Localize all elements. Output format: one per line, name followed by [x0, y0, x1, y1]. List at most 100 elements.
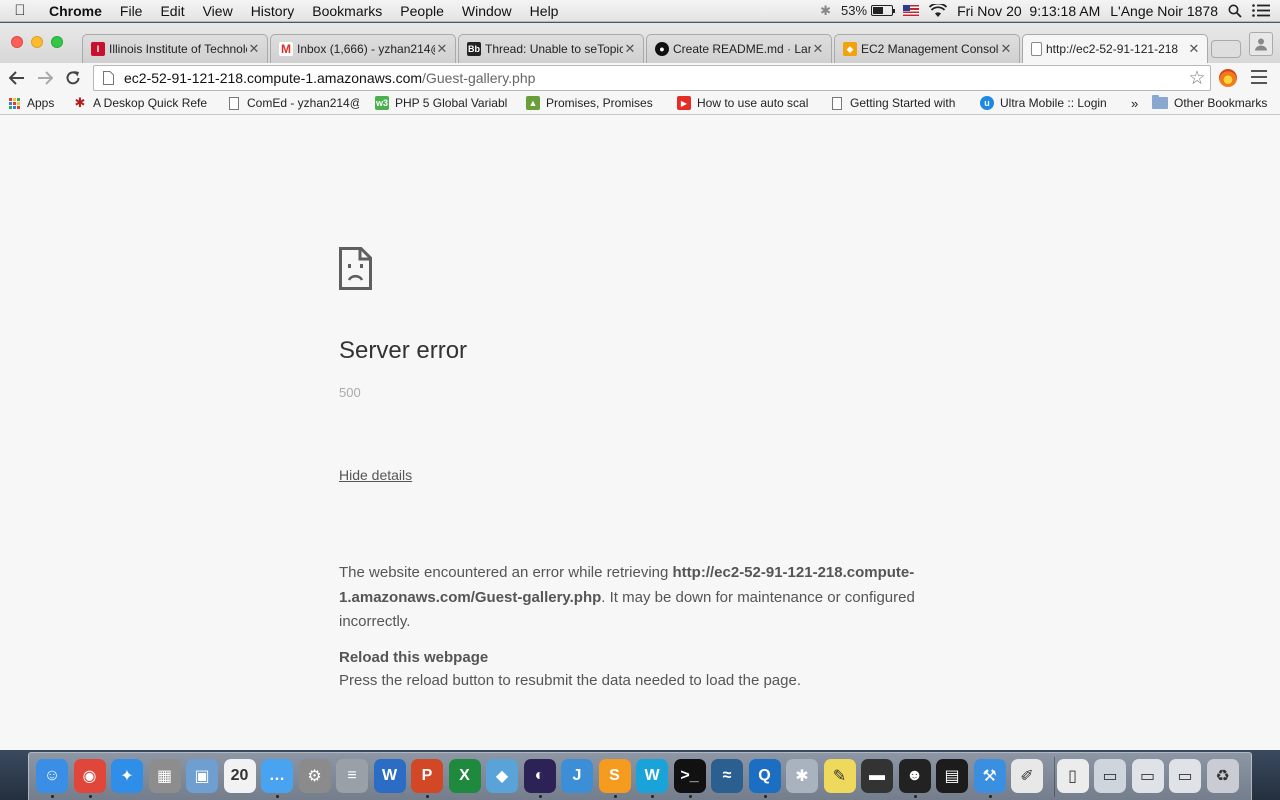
bookmark-desktop-quick-ref[interactable]: ✱ A Deskop Quick Refe: [73, 95, 207, 110]
wifi-icon[interactable]: [929, 3, 948, 18]
documents-stack-icon[interactable]: ▭: [1131, 759, 1164, 793]
us-flag-input-icon[interactable]: [903, 5, 920, 16]
bug-icon: ✱: [74, 95, 86, 110]
reload-icon: [66, 71, 80, 85]
spotlight-search-icon[interactable]: [1228, 4, 1242, 18]
tab-gmail[interactable]: M Inbox (1,666) - yzhan214@ ✕: [270, 34, 456, 63]
eclipse-icon[interactable]: ◐: [523, 759, 556, 793]
tab-close-icon[interactable]: ✕: [811, 41, 825, 57]
menu-file[interactable]: File: [111, 0, 152, 22]
bookmark-comed[interactable]: ComEd - yzhan214@: [229, 96, 359, 110]
clock[interactable]: Fri Nov 20 9:13:18 AM: [957, 3, 1100, 19]
calculator-icon[interactable]: ▦: [148, 759, 181, 793]
tab-github[interactable]: ● Create README.md · Lang ✕: [646, 34, 832, 63]
menu-app-name[interactable]: Chrome: [40, 0, 111, 22]
back-button[interactable]: [3, 65, 31, 91]
chrome-window: I Illinois Institute of Technology ✕ M I…: [0, 23, 1280, 750]
reload-button[interactable]: [59, 65, 87, 91]
bookmark-star-icon[interactable]: ☆: [1184, 67, 1210, 90]
intellij-icon[interactable]: J: [561, 759, 593, 793]
messages-icon[interactable]: …: [261, 759, 293, 793]
excel-icon[interactable]: X: [448, 759, 481, 793]
powerpoint-icon[interactable]: P: [411, 759, 443, 793]
bookmark-promises[interactable]: ▲ Promises, Promises: [526, 96, 662, 110]
tab-blackboard[interactable]: Bb Thread: Unable to seTopic ✕: [458, 34, 644, 63]
webstorm-icon[interactable]: W: [636, 759, 668, 793]
sad-page-icon: [339, 247, 372, 290]
promises-icon: ▲: [526, 96, 540, 110]
console-icon[interactable]: ▤: [936, 759, 968, 793]
firefox-extension-icon[interactable]: [1219, 69, 1237, 87]
cube-icon[interactable]: ◆: [486, 759, 518, 793]
terminal-icon[interactable]: >_: [673, 759, 706, 793]
xcode-icon[interactable]: ⚒: [973, 759, 1006, 793]
notification-center-icon[interactable]: [1252, 4, 1270, 17]
reload-heading: Reload this webpage: [339, 649, 489, 666]
url-text[interactable]: ec2-52-91-121-218.compute-1.amazonaws.co…: [124, 70, 1184, 86]
menu-view[interactable]: View: [194, 0, 242, 22]
printer-icon[interactable]: ▬: [861, 759, 893, 793]
page-info-icon[interactable]: [98, 71, 118, 85]
system-preferences-icon[interactable]: ⚙: [298, 759, 331, 793]
close-window-button[interactable]: [11, 36, 23, 48]
downloads-stack-icon[interactable]: ▭: [1169, 759, 1201, 793]
tab-iit[interactable]: I Illinois Institute of Technology ✕: [82, 34, 268, 63]
minimize-window-button[interactable]: [31, 36, 43, 48]
tab-close-icon[interactable]: ✕: [247, 41, 261, 57]
chrome-icon[interactable]: ◉: [73, 759, 106, 793]
screenshot-folder-icon[interactable]: ▭: [1094, 759, 1126, 793]
stickies-icon[interactable]: ✎: [823, 759, 856, 793]
safari-icon[interactable]: ✦: [111, 759, 143, 793]
menu-people[interactable]: People: [391, 0, 453, 22]
bluetooth-icon[interactable]: ✱: [820, 3, 831, 19]
bookmark-apps[interactable]: Apps: [9, 96, 54, 110]
hide-details-link[interactable]: Hide details: [339, 467, 412, 483]
bookmarks-overflow-chevron[interactable]: »: [1131, 96, 1138, 111]
menu-help[interactable]: Help: [521, 0, 568, 22]
menu-edit[interactable]: Edit: [151, 0, 193, 22]
apps-grid-icon: [9, 97, 20, 109]
user-name[interactable]: L'Ange Noir 1878: [1110, 3, 1218, 19]
calendar-icon[interactable]: 20: [223, 759, 256, 793]
utilities-icon[interactable]: ✱: [786, 759, 818, 793]
bookmark-auto-scaling[interactable]: ▶ How to use auto scal: [677, 96, 809, 110]
textedit-icon[interactable]: ✐: [1011, 759, 1043, 793]
bookmark-ultra-mobile[interactable]: u Ultra Mobile :: Login: [980, 96, 1107, 110]
forward-button[interactable]: [31, 65, 59, 91]
profile-button[interactable]: [1249, 32, 1273, 56]
word-icon[interactable]: W: [373, 759, 406, 793]
bookmark-other-bookmarks[interactable]: Other Bookmarks: [1152, 95, 1267, 110]
finder-icon[interactable]: ☺: [36, 759, 68, 793]
quicktime-icon[interactable]: Q: [748, 759, 781, 793]
tab-ec2[interactable]: ◆ EC2 Management Console ✕: [834, 34, 1020, 63]
qq-icon[interactable]: ☻: [898, 759, 931, 793]
sublime-icon[interactable]: S: [598, 759, 631, 793]
apple-menu-icon[interactable]: : [0, 2, 40, 19]
tab-close-icon[interactable]: ✕: [435, 41, 449, 57]
fullscreen-window-button[interactable]: [51, 36, 63, 48]
bookmark-php-globals[interactable]: w3 PHP 5 Global Variabl: [375, 96, 507, 110]
menu-history[interactable]: History: [242, 0, 304, 22]
running-indicator: [538, 795, 542, 798]
battery-percent: 53%: [841, 3, 868, 18]
menu-bookmarks[interactable]: Bookmarks: [303, 0, 391, 22]
tab-strip: I Illinois Institute of Technology ✕ M I…: [0, 23, 1280, 63]
menu-window[interactable]: Window: [453, 0, 521, 22]
battery-status[interactable]: 53%: [841, 3, 896, 18]
bookmark-getting-started[interactable]: Getting Started with: [832, 96, 962, 110]
back-arrow-icon: [9, 71, 24, 85]
database-icon[interactable]: ≡: [336, 759, 368, 793]
person-icon: [1255, 38, 1267, 51]
mysql-workbench-icon[interactable]: ≈: [711, 759, 743, 793]
tab-close-icon[interactable]: ✕: [623, 41, 637, 57]
shell-file-icon[interactable]: ▯: [1056, 759, 1089, 793]
browser-toolbar: ec2-52-91-121-218.compute-1.amazonaws.co…: [0, 63, 1280, 93]
new-tab-button[interactable]: [1211, 40, 1241, 58]
preview-icon[interactable]: ▣: [186, 759, 218, 793]
tab-close-icon[interactable]: ✕: [1187, 41, 1201, 57]
trash-icon[interactable]: ♻: [1206, 759, 1239, 793]
chrome-menu-icon[interactable]: [1251, 70, 1267, 88]
tab-active-ec2-page[interactable]: http://ec2-52-91-121-218 ✕: [1022, 34, 1208, 63]
address-bar[interactable]: ec2-52-91-121-218.compute-1.amazonaws.co…: [93, 65, 1211, 91]
tab-close-icon[interactable]: ✕: [999, 41, 1013, 57]
